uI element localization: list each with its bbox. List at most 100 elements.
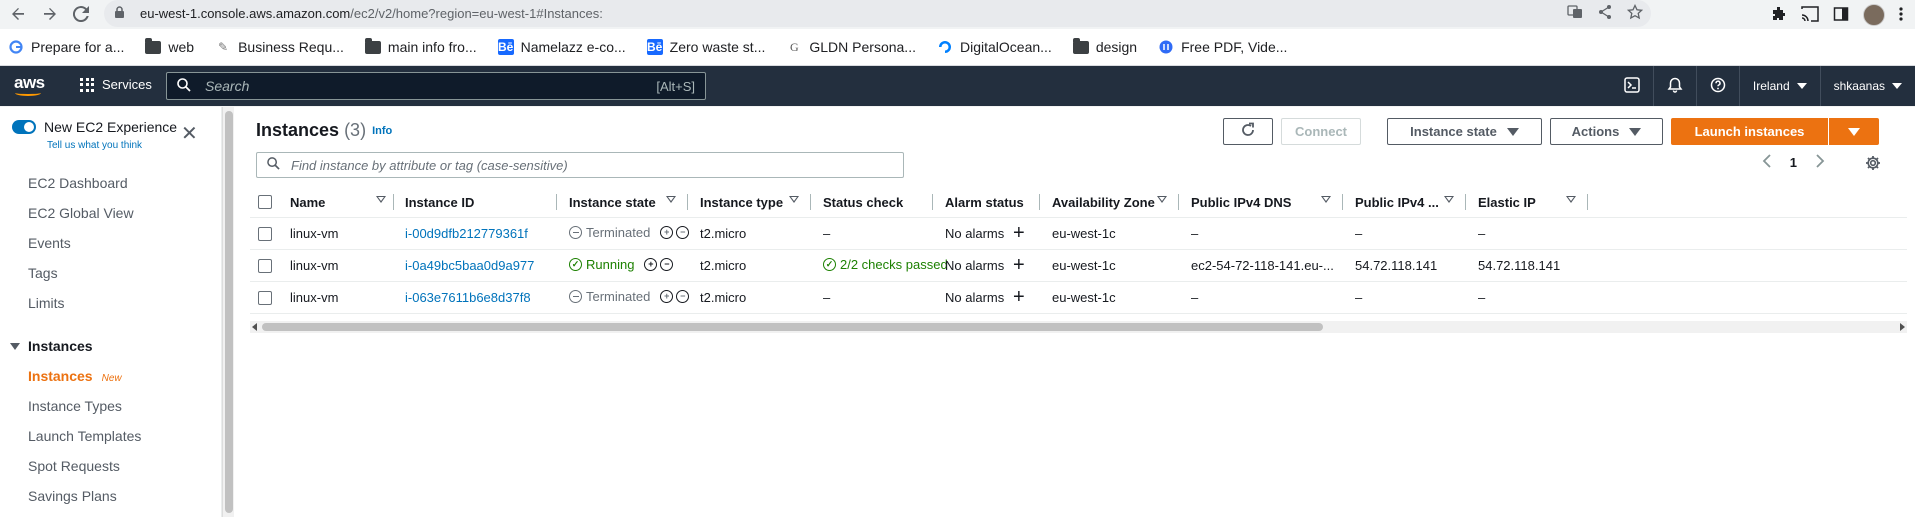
instance-state-button[interactable]: Instance state (1387, 118, 1542, 145)
sidebar-item-spot-requests[interactable]: Spot Requests (28, 458, 120, 474)
row-checkbox[interactable] (258, 227, 272, 241)
instance-id-link[interactable]: i-063e7611b6e8d37f8 (405, 290, 531, 305)
scrollbar-thumb[interactable] (262, 323, 1323, 331)
bookmark-item[interactable]: Prepare for a... (8, 39, 124, 55)
services-menu[interactable]: Services (80, 77, 152, 92)
sort-icon[interactable] (376, 196, 386, 203)
reload-icon[interactable] (71, 4, 91, 24)
sort-icon[interactable] (1444, 196, 1454, 203)
sort-icon[interactable] (1566, 196, 1576, 203)
sidebar-item-ec2-dashboard[interactable]: EC2 Dashboard (28, 175, 128, 191)
close-icon[interactable]: ✕ (181, 124, 198, 144)
select-all-checkbox[interactable] (258, 195, 272, 209)
add-alarm-icon[interactable]: + (1013, 223, 1025, 243)
instance-id-link[interactable]: i-0a49bc5baa0d9a977 (405, 258, 534, 273)
new-experience-toggle[interactable] (12, 120, 36, 134)
refresh-button[interactable] (1223, 118, 1273, 145)
bookmark-folder[interactable]: design (1072, 37, 1137, 55)
instance-id-link[interactable]: i-00d9dfb212779361f (405, 226, 528, 241)
table-horizontal-scrollbar[interactable] (250, 321, 1907, 333)
zoom-in-icon[interactable]: + (660, 226, 674, 239)
bookmark-item[interactable]: Bē Zero waste st... (646, 39, 765, 55)
zoom-in-icon[interactable]: + (644, 258, 658, 271)
sort-icon[interactable] (666, 196, 676, 203)
feedback-link[interactable]: Tell us what you think (47, 140, 142, 151)
sort-icon[interactable] (789, 196, 799, 203)
cast-icon[interactable] (1801, 5, 1819, 25)
column-header-public-ipv4[interactable]: Public IPv4 ... (1355, 195, 1439, 210)
add-alarm-icon[interactable]: + (1013, 255, 1025, 275)
column-header-status-check[interactable]: Status check (823, 195, 903, 210)
search-input[interactable] (205, 78, 625, 94)
back-icon[interactable] (8, 4, 28, 24)
filter-input[interactable] (291, 157, 891, 173)
sort-icon[interactable] (1157, 196, 1167, 203)
bookmark-item[interactable]: G GLDN Persona... (786, 39, 916, 55)
settings-gear-icon[interactable] (1865, 155, 1881, 174)
sidebar-item-ec2-global-view[interactable]: EC2 Global View (28, 205, 134, 221)
sidebar-item-tags[interactable]: Tags (28, 265, 58, 281)
bookmark-item[interactable]: ✎ Business Requ... (215, 39, 344, 55)
zoom-out-icon[interactable]: − (660, 258, 674, 271)
sidebar-item-limits[interactable]: Limits (28, 295, 65, 311)
sort-icon[interactable] (1321, 196, 1331, 203)
sidebar-item-instance-types[interactable]: Instance Types (28, 398, 122, 414)
account-menu[interactable]: shkaanas (1819, 66, 1915, 106)
row-checkbox[interactable] (258, 291, 272, 305)
column-header-elastic-ip[interactable]: Elastic IP (1478, 195, 1536, 210)
aws-logo[interactable]: aws (14, 73, 45, 96)
bookmark-item[interactable]: Bē Namelazz e-co... (497, 39, 626, 55)
sidebar-item-events[interactable]: Events (28, 235, 71, 251)
zoom-in-icon[interactable]: + (660, 290, 674, 303)
zoom-out-icon[interactable]: − (676, 290, 690, 303)
menu-icon[interactable] (1899, 6, 1903, 25)
extensions-icon[interactable] (1771, 6, 1787, 25)
translate-icon[interactable] (1567, 4, 1583, 23)
column-header-instance-type[interactable]: Instance type (700, 195, 783, 210)
row-checkbox[interactable] (258, 259, 272, 273)
scroll-right-icon[interactable] (1900, 323, 1905, 331)
add-alarm-icon[interactable]: + (1013, 287, 1025, 307)
info-link[interactable]: Info (372, 125, 392, 137)
forward-icon[interactable] (40, 4, 60, 24)
search-box[interactable]: [Alt+S] (166, 72, 706, 100)
bookmark-item[interactable]: Free PDF, Vide... (1158, 39, 1287, 55)
profile-avatar[interactable] (1863, 4, 1885, 26)
next-page-icon[interactable] (1815, 154, 1825, 171)
table-row[interactable]: linux-vm i-00d9dfb212779361f Terminated … (250, 218, 1907, 250)
column-header-instance-id[interactable]: Instance ID (405, 195, 474, 210)
launch-instances-dropdown[interactable] (1829, 118, 1879, 145)
page-number[interactable]: 1 (1790, 155, 1797, 170)
column-header-name[interactable]: Name (290, 195, 325, 210)
prev-page-icon[interactable] (1762, 154, 1772, 171)
sidebar-section-instances[interactable]: Instances (10, 338, 93, 354)
region-selector[interactable]: Ireland (1738, 66, 1820, 106)
sidepanel-icon[interactable] (1833, 6, 1849, 25)
actions-button[interactable]: Actions (1550, 118, 1663, 145)
column-header-alarm-status[interactable]: Alarm status (945, 195, 1024, 210)
address-bar[interactable]: eu-west-1.console.aws.amazon.com/ec2/v2/… (104, 0, 1651, 27)
zoom-out-icon[interactable]: − (676, 226, 690, 239)
sidebar-item-savings-plans[interactable]: Savings Plans (28, 488, 117, 504)
share-icon[interactable] (1597, 4, 1613, 23)
scroll-left-icon[interactable] (252, 323, 257, 331)
table-row[interactable]: linux-vm i-063e7611b6e8d37f8 Terminated … (250, 282, 1907, 314)
table-row[interactable]: linux-vm i-0a49bc5baa0d9a977 ✓ Running +… (250, 250, 1907, 282)
sidebar-scrollbar[interactable] (222, 107, 234, 517)
filter-box[interactable] (256, 152, 904, 178)
help-button[interactable] (1695, 66, 1739, 106)
bookmark-folder[interactable]: main info fro... (364, 37, 477, 55)
bookmark-folder[interactable]: web (145, 37, 194, 55)
column-header-public-dns[interactable]: Public IPv4 DNS (1191, 195, 1291, 210)
column-header-instance-state[interactable]: Instance state (569, 195, 656, 210)
notifications-button[interactable] (1652, 66, 1696, 106)
bookmark-item[interactable]: DigitalOcean... (937, 39, 1052, 55)
connect-button[interactable]: Connect (1281, 118, 1361, 145)
launch-instances-button[interactable]: Launch instances (1671, 118, 1828, 145)
instance-name: linux-vm (290, 258, 339, 273)
sidebar-item-instances[interactable]: Instances New (28, 368, 122, 384)
bookmark-star-icon[interactable] (1626, 3, 1644, 23)
cloudshell-button[interactable] (1611, 66, 1653, 106)
sidebar-item-launch-templates[interactable]: Launch Templates (28, 428, 141, 444)
column-header-availability-zone[interactable]: Availability Zone (1052, 195, 1155, 210)
